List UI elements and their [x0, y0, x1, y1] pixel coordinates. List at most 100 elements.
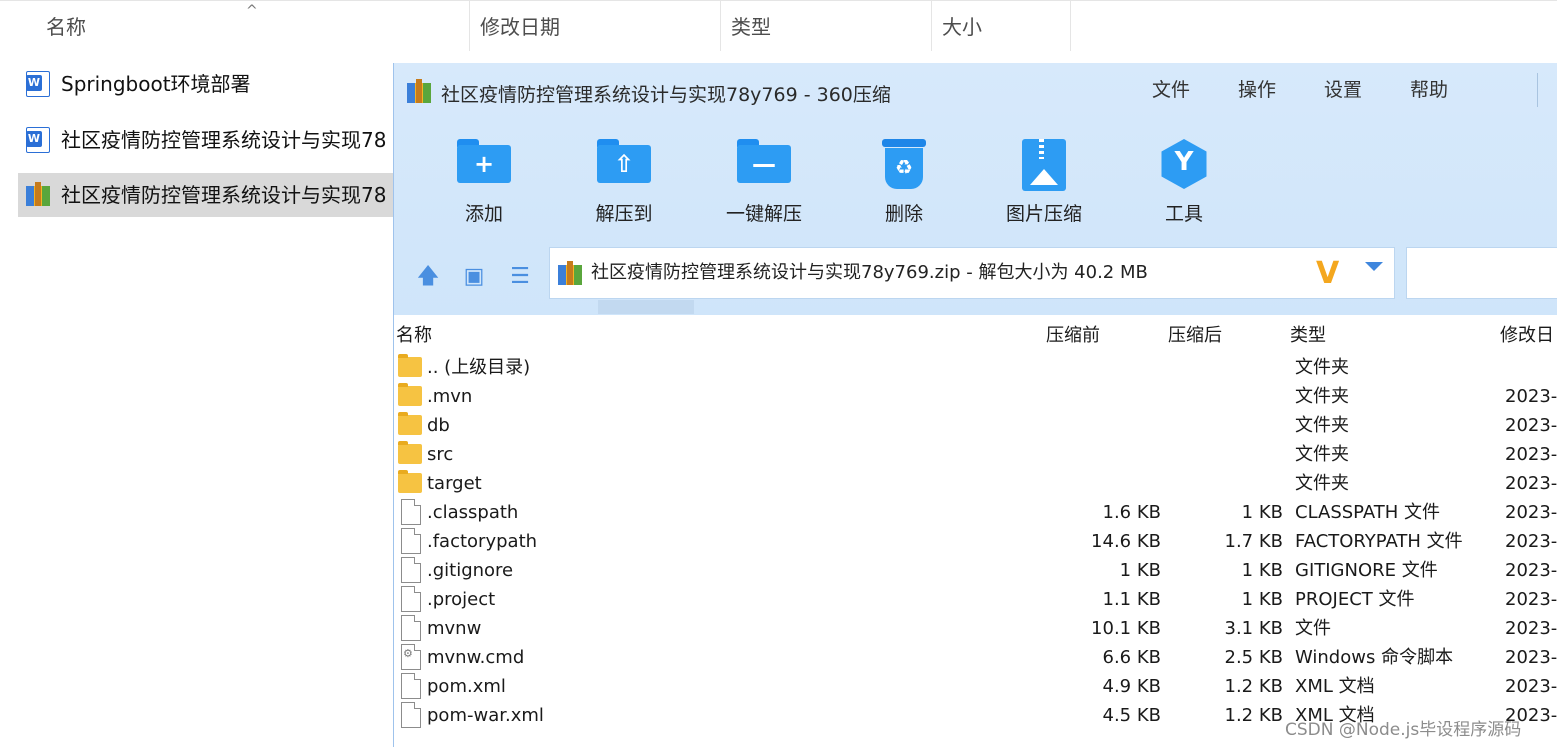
- item-before: 4.9 KB: [1103, 672, 1162, 701]
- file-name: 社区疫情防控管理系统设计与实现78: [61, 118, 398, 162]
- menu-file[interactable]: 文件: [1152, 75, 1190, 102]
- script-file-icon: [401, 644, 421, 670]
- file-icon: [401, 557, 421, 583]
- list-item[interactable]: pom.xml 4.9 KB 1.2 KB XML 文档 2023-: [394, 672, 1557, 701]
- window-top-panel: 社区疫情防控管理系统设计与实现78y769 - 360压缩 文件 操作 设置 帮…: [394, 63, 1557, 315]
- one-click-extract-button[interactable]: — 一键解压: [709, 133, 819, 225]
- item-before: 1.6 KB: [1103, 498, 1162, 527]
- item-before: 1 KB: [1120, 556, 1161, 585]
- item-name: .. (上级目录): [427, 353, 530, 382]
- header-type[interactable]: 类型: [1290, 321, 1326, 347]
- item-date: 2023-: [1505, 672, 1557, 701]
- delete-button[interactable]: ♻ 删除: [849, 133, 959, 225]
- add-label: 添加: [429, 199, 539, 226]
- compress-window: 社区疫情防控管理系统设计与实现78y769 - 360压缩 文件 操作 设置 帮…: [393, 63, 1557, 747]
- item-type: 文件夹: [1295, 411, 1349, 440]
- item-date: 2023-: [1505, 643, 1557, 672]
- file-icon: [401, 528, 421, 554]
- explorer-file-row[interactable]: 社区疫情防控管理系统设计与实现78: [18, 118, 398, 162]
- chevron-down-icon[interactable]: [1365, 262, 1383, 271]
- item-type: XML 文档: [1295, 672, 1375, 701]
- folder-icon: [398, 357, 422, 377]
- one-click-extract-icon: —: [737, 139, 791, 183]
- skin-button[interactable]: [1537, 73, 1557, 107]
- archive-file-list: 名称 压缩前 压缩后 类型 修改日 .. (上级目录) 文件夹 .mvn 文件夹…: [394, 315, 1557, 747]
- item-type: FACTORYPATH 文件: [1295, 527, 1463, 556]
- v-badge-icon[interactable]: V: [1316, 256, 1339, 291]
- list-item[interactable]: mvnw.cmd 6.6 KB 2.5 KB Windows 命令脚本 2023…: [394, 643, 1557, 672]
- word-doc-icon: [26, 127, 50, 153]
- column-type[interactable]: 类型: [720, 1, 931, 51]
- scrollbar-thumb[interactable]: [598, 300, 694, 314]
- file-name: 社区疫情防控管理系统设计与实现78: [61, 173, 398, 217]
- image-compress-button[interactable]: 图片压缩: [989, 133, 1099, 225]
- item-name: .factorypath: [427, 527, 537, 556]
- explorer-column-header: 名称 ^ 修改日期 类型 大小: [0, 0, 1557, 50]
- address-bar[interactable]: 社区疫情防控管理系统设计与实现78y769.zip - 解包大小为 40.2 M…: [549, 247, 1395, 299]
- item-type: 文件夹: [1295, 440, 1349, 469]
- explorer-file-row[interactable]: Springboot环境部署: [18, 62, 398, 106]
- column-size[interactable]: 大小: [931, 1, 1071, 51]
- list-item[interactable]: .mvn 文件夹 2023-: [394, 382, 1557, 411]
- header-name[interactable]: 名称: [396, 321, 432, 347]
- search-input[interactable]: [1406, 247, 1557, 299]
- word-doc-icon: [26, 71, 50, 97]
- list-item[interactable]: target 文件夹 2023-: [394, 469, 1557, 498]
- item-name: .project: [427, 585, 495, 614]
- zip-archive-icon: [558, 261, 582, 287]
- extract-to-button[interactable]: ⇧ 解压到: [569, 133, 679, 225]
- item-date: 2023-: [1505, 585, 1557, 614]
- item-before: 4.5 KB: [1103, 701, 1162, 730]
- delete-label: 删除: [849, 199, 959, 226]
- menu-settings[interactable]: 设置: [1324, 75, 1362, 102]
- item-type: GITIGNORE 文件: [1295, 556, 1438, 585]
- list-item[interactable]: mvnw 10.1 KB 3.1 KB 文件 2023-: [394, 614, 1557, 643]
- list-item[interactable]: .project 1.1 KB 1 KB PROJECT 文件 2023-: [394, 585, 1557, 614]
- file-icon: [401, 586, 421, 612]
- item-date: 2023-: [1505, 411, 1557, 440]
- list-item[interactable]: .classpath 1.6 KB 1 KB CLASSPATH 文件 2023…: [394, 498, 1557, 527]
- header-after-size[interactable]: 压缩后: [1168, 321, 1222, 347]
- image-compress-label: 图片压缩: [989, 199, 1099, 226]
- menu-operation[interactable]: 操作: [1238, 75, 1276, 102]
- item-type: Windows 命令脚本: [1295, 643, 1453, 672]
- item-date: 2023-: [1505, 440, 1557, 469]
- item-after: 1 KB: [1242, 556, 1283, 585]
- header-modified[interactable]: 修改日: [1500, 321, 1554, 347]
- item-name: .classpath: [427, 498, 518, 527]
- extract-to-label: 解压到: [569, 199, 679, 226]
- tools-label: 工具: [1129, 199, 1239, 226]
- column-modified-date[interactable]: 修改日期: [469, 1, 720, 51]
- item-name: src: [427, 440, 453, 469]
- folder-icon: [398, 386, 422, 406]
- tools-button[interactable]: Y 工具: [1129, 133, 1239, 225]
- item-before: 6.6 KB: [1103, 643, 1162, 672]
- sort-ascending-icon: ^: [246, 3, 258, 19]
- menu-help[interactable]: 帮助: [1410, 75, 1448, 102]
- image-compress-icon: [1022, 139, 1066, 191]
- item-after: 1.2 KB: [1225, 701, 1284, 730]
- list-item[interactable]: .factorypath 14.6 KB 1.7 KB FACTORYPATH …: [394, 527, 1557, 556]
- folder-icon: [398, 473, 422, 493]
- explorer-file-row-selected[interactable]: 社区疫情防控管理系统设计与实现78: [18, 173, 398, 217]
- item-date: 2023-: [1505, 382, 1557, 411]
- item-name: mvnw: [427, 614, 481, 643]
- list-item[interactable]: .. (上级目录) 文件夹: [394, 353, 1557, 382]
- thumbnail-view-icon[interactable]: ▣: [459, 262, 489, 292]
- item-type: 文件夹: [1295, 469, 1349, 498]
- list-item[interactable]: db 文件夹 2023-: [394, 411, 1557, 440]
- list-item[interactable]: src 文件夹 2023-: [394, 440, 1557, 469]
- item-type: 文件夹: [1295, 353, 1349, 382]
- add-button[interactable]: + 添加: [429, 133, 539, 225]
- up-level-icon[interactable]: 🡅: [413, 262, 443, 292]
- item-date: 2023-: [1505, 469, 1557, 498]
- delete-bin-icon: ♻: [882, 139, 926, 189]
- list-item[interactable]: .gitignore 1 KB 1 KB GITIGNORE 文件 2023-: [394, 556, 1557, 585]
- item-after: 3.1 KB: [1225, 614, 1284, 643]
- header-before-size[interactable]: 压缩前: [1046, 321, 1100, 347]
- one-click-extract-label: 一键解压: [709, 199, 819, 226]
- add-folder-icon: +: [457, 139, 511, 183]
- item-after: 2.5 KB: [1225, 643, 1284, 672]
- item-before: 1.1 KB: [1103, 585, 1162, 614]
- list-view-icon[interactable]: ☰: [505, 262, 535, 292]
